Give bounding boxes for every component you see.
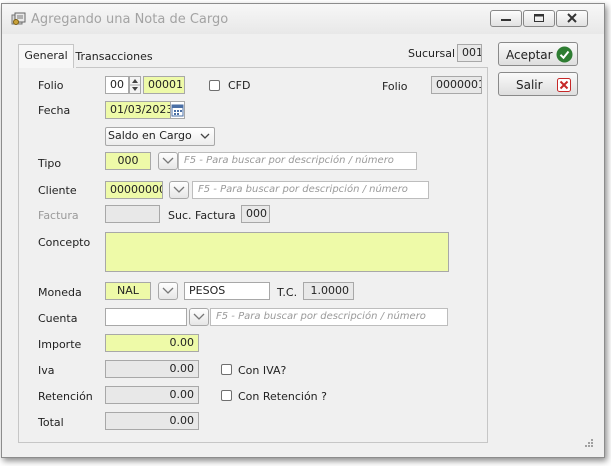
close-x-icon	[557, 78, 571, 92]
iva-label: Iva	[38, 364, 55, 377]
tc-field: 1.0000	[303, 282, 354, 300]
spinner-arrows-icon	[130, 79, 140, 91]
cuenta-input[interactable]	[105, 308, 187, 326]
chevron-down-icon	[162, 157, 174, 164]
tc-label: T.C.	[277, 286, 298, 299]
tipo-input[interactable]: 000	[105, 152, 151, 170]
cliente-input[interactable]: 00000000	[105, 181, 163, 199]
app-icon	[11, 12, 26, 25]
sucursal-label: Sucursal	[408, 47, 456, 60]
cliente-lookup-button[interactable]	[169, 181, 189, 199]
sucursal-field: 001	[457, 44, 482, 62]
window-title: Agregando una Nota de Cargo	[31, 12, 229, 27]
accept-button-label: Aceptar	[506, 48, 553, 62]
factura-input	[105, 205, 160, 223]
fecha-input[interactable]: 01/03/2023	[105, 101, 171, 119]
suc-factura-field: 000	[241, 205, 270, 223]
minimize-icon	[501, 19, 511, 21]
con-iva-label: Con IVA?	[238, 364, 287, 377]
tab-general-label: General	[24, 49, 68, 62]
dialog-window: Agregando una Nota de Cargo General Tran…	[1, 3, 605, 458]
chevron-down-icon	[162, 287, 174, 294]
cuenta-label: Cuenta	[38, 312, 78, 325]
cliente-label: Cliente	[38, 184, 77, 197]
folio-serie-input[interactable]: 00	[105, 76, 129, 94]
maximize-icon	[534, 14, 544, 22]
tab-transacciones-label: Transacciones	[75, 50, 153, 63]
moneda-description-field: PESOS	[184, 282, 270, 300]
fecha-label: Fecha	[38, 104, 71, 117]
chevron-down-icon	[200, 133, 210, 139]
exit-button[interactable]: Salir	[498, 72, 578, 96]
accept-button[interactable]: Aceptar	[498, 42, 578, 66]
folio-number-input[interactable]: 00001	[143, 76, 185, 94]
cliente-search-hint[interactable]: F5 - Para buscar por descripción / númer…	[192, 181, 429, 199]
header-folio-field: 0000001	[431, 76, 482, 94]
moneda-label: Moneda	[38, 286, 82, 299]
chevron-down-icon	[193, 313, 205, 320]
close-window-button[interactable]	[556, 10, 588, 27]
con-iva-checkbox[interactable]	[221, 364, 232, 375]
retencion-field: 0.00	[105, 386, 199, 404]
concepto-label: Concepto	[38, 236, 91, 249]
folio-label: Folio	[38, 79, 64, 92]
suc-factura-label: Suc. Factura	[168, 209, 236, 222]
exit-button-label: Salir	[516, 78, 543, 92]
minimize-button[interactable]	[490, 10, 522, 27]
total-field: 0.00	[105, 412, 199, 430]
tipo-label: Tipo	[38, 157, 62, 170]
calendar-button[interactable]	[170, 101, 185, 119]
moneda-lookup-button[interactable]	[158, 282, 178, 300]
cfd-checkbox[interactable]	[209, 80, 220, 91]
importe-input[interactable]: 0.00	[105, 334, 199, 352]
cuenta-search-hint[interactable]: F5 - Para buscar por descripción / númer…	[210, 308, 448, 326]
con-retencion-label: Con Retención ?	[238, 390, 327, 403]
chevron-down-icon	[173, 186, 185, 193]
folio-serie-spinner[interactable]	[129, 76, 141, 94]
saldo-select[interactable]: Saldo en Cargo	[105, 127, 215, 146]
con-retencion-checkbox[interactable]	[221, 390, 232, 401]
cfd-label: CFD	[228, 79, 251, 92]
tab-transacciones[interactable]: Transacciones	[74, 46, 154, 68]
calendar-icon	[171, 104, 184, 117]
resize-grip-icon[interactable]	[582, 436, 594, 448]
close-icon	[567, 13, 577, 23]
moneda-input[interactable]: NAL	[105, 282, 151, 300]
header-folio-label: Folio	[382, 80, 408, 93]
retencion-label: Retención	[38, 390, 93, 403]
maximize-button[interactable]	[523, 10, 555, 27]
tipo-lookup-button[interactable]	[158, 152, 178, 170]
tab-general[interactable]: General	[18, 44, 74, 68]
total-label: Total	[38, 416, 64, 429]
iva-field: 0.00	[105, 360, 199, 378]
saldo-select-value: Saldo en Cargo	[108, 129, 192, 142]
title-bar: Agregando una Nota de Cargo	[2, 4, 604, 34]
tipo-search-hint[interactable]: F5 - Para buscar por descripción / númer…	[178, 152, 417, 170]
factura-label: Factura	[38, 209, 79, 222]
concepto-textarea[interactable]	[105, 232, 449, 272]
importe-label: Importe	[38, 338, 82, 351]
check-icon	[556, 46, 573, 63]
cuenta-lookup-button[interactable]	[189, 308, 209, 326]
